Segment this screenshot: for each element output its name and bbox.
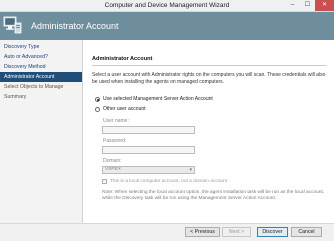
wizard-footer: < Previous Next > Discover Cancel [0,223,334,241]
username-input[interactable] [102,126,195,134]
window-titlebar: Computer and Device Management Wizard – … [0,0,334,12]
domain-label: Domain: [103,158,122,164]
step-discovery-type[interactable]: Discovery Type [0,42,82,52]
step-summary: Summary [4,94,27,100]
description-text: Select a user account with Administrator… [92,72,326,85]
domain-select[interactable]: VSPEX ▾ [102,166,195,174]
radio-selected-icon [95,96,100,102]
checkbox-icon [102,179,107,184]
radio-other-account[interactable]: Other user account [95,106,146,112]
page-title: Administrator Account [31,21,119,31]
radio-other-account-label: Other user account [103,106,146,112]
wizard-header: Administrator Account [0,12,334,40]
window-controls: – ☐ ✕ [285,0,334,11]
discover-button[interactable]: Discover [257,227,288,237]
cancel-button[interactable]: Cancel [291,227,322,237]
previous-button[interactable]: < Previous [185,227,220,237]
maximize-button[interactable]: ☐ [300,0,315,11]
username-label: User name: [103,118,129,124]
step-administrator-account[interactable]: Administrator Account [0,72,82,82]
radio-action-account[interactable]: Use selected Management Server Action Ac… [95,96,213,102]
window-title: Computer and Device Management Wizard [104,2,230,9]
step-discovery-method[interactable]: Discovery Method [0,62,82,72]
step-select-objects: Select Objects to Manage [4,84,64,90]
radio-action-account-label: Use selected Management Server Action Ac… [103,96,213,102]
section-title: Administrator Account [92,56,153,62]
domain-select-value: VSPEX [105,167,121,172]
minimize-button[interactable]: – [285,0,300,11]
next-button[interactable]: Next > [222,227,251,237]
wizard-steps-sidebar: Discovery Type Auto or Advanced? Discove… [0,40,83,223]
step-auto-or-advanced[interactable]: Auto or Advanced? [0,52,82,62]
password-input[interactable] [102,146,195,154]
wizard-content: Administrator Account Select a user acco… [84,40,334,223]
local-account-label: This is a local computer account, not a … [110,179,228,184]
close-button[interactable]: ✕ [315,0,334,11]
local-account-checkbox[interactable]: This is a local computer account, not a … [102,179,227,184]
section-divider [92,65,326,66]
password-label: Password: [103,138,127,144]
radio-unselected-icon [95,106,100,112]
chevron-down-icon: ▾ [189,167,192,173]
wizard-computer-icon [3,16,22,34]
note-text: Note: When selecting the local account o… [102,190,325,201]
